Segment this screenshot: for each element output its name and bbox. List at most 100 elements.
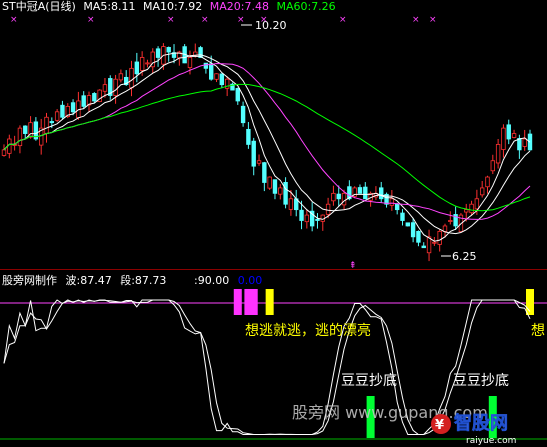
legend-ma10: MA10:7.92 (143, 0, 202, 13)
candle-body (209, 63, 214, 80)
candle-body (469, 203, 474, 214)
candle-body (405, 222, 410, 227)
candle-body (23, 125, 28, 134)
candle-body (203, 62, 209, 69)
candle-body (479, 187, 485, 196)
candle-body (17, 127, 23, 147)
candle-body (432, 241, 437, 244)
svg-text:¥: ¥ (435, 418, 444, 433)
price-legend: ST中冠A(日线) MA5:8.11 MA10:7.92 MA20:7.48 M… (2, 0, 336, 13)
logo-sub: raiyue.com (466, 436, 516, 446)
candle-body (506, 124, 511, 140)
candle-body (256, 160, 262, 164)
x-mark: × (201, 15, 209, 25)
candle-body (495, 144, 501, 164)
x-mark: × (167, 15, 175, 25)
stock-chart: ST中冠A(日线) MA5:8.11 MA10:7.92 MA20:7.48 M… (0, 0, 547, 446)
x-mark: × (260, 15, 268, 25)
candle-body (464, 209, 469, 213)
escape-bar (233, 289, 242, 315)
low-label: 6.25 (452, 250, 477, 263)
candle-body (400, 212, 405, 221)
candle-body (81, 95, 86, 107)
candle-body (166, 47, 171, 53)
candle-body (331, 192, 336, 202)
candle-body (283, 181, 288, 205)
legend-ma20: MA20:7.48 (210, 0, 269, 13)
candle-body (145, 62, 150, 65)
candle-body (251, 140, 256, 167)
legend-title: ST中冠A(日线) (2, 0, 76, 13)
escape-annotation-right: 想 (531, 323, 545, 339)
low-marker: 6.25 (441, 250, 477, 263)
signal-x-marks: × × × × × × × × × (10, 15, 437, 25)
x-mark: × (339, 15, 347, 25)
candle-body (246, 128, 251, 145)
x-mark: × (412, 15, 420, 25)
legend-ma60: MA60:7.26 (276, 0, 335, 13)
candle-body (49, 121, 55, 124)
candle-body (113, 78, 118, 96)
candle-body (240, 105, 246, 124)
candle-body (442, 225, 448, 232)
candle-body (214, 73, 219, 80)
candle-body (70, 102, 76, 113)
candle-body (474, 198, 480, 210)
candle-body (187, 57, 193, 69)
candlesticks (1, 43, 533, 262)
indicator-segment: 段:87.73 (120, 273, 166, 287)
candle-body (485, 176, 490, 188)
indicator-legend: 股旁网制作 波:87.47 段:87.73 (2, 273, 166, 287)
candle-body (336, 193, 341, 200)
reference-legend: :90.00 0.00 (194, 274, 262, 287)
ref-90: :90.00 (194, 274, 229, 287)
escape-bar (249, 289, 258, 315)
candle-body (448, 220, 453, 222)
candle-body (118, 73, 124, 81)
candle-body (517, 138, 522, 151)
indicator-title: 股旁网制作 (2, 273, 57, 287)
candle-body (304, 214, 310, 223)
candle-body (363, 186, 368, 200)
candle-body (1, 149, 7, 156)
candle-body (490, 160, 496, 172)
candle-body (129, 67, 134, 89)
candle-body (139, 57, 145, 71)
candle-body (357, 187, 363, 194)
legend-ma5: MA5:8.11 (83, 0, 135, 13)
logo-text: 智股网 (454, 412, 508, 434)
candle-body (416, 230, 421, 243)
candle-body (394, 204, 400, 211)
candle-body (54, 111, 60, 121)
arrow-marker-icon: ⇞ (349, 261, 357, 271)
candle-body (389, 198, 395, 206)
candle-body (267, 176, 272, 189)
candle-body (379, 187, 384, 200)
candle-body (522, 138, 527, 147)
candle-body (155, 48, 161, 58)
candle-body (102, 84, 108, 92)
x-mark: × (237, 15, 245, 25)
x-mark: × (87, 15, 95, 25)
bottom-annotation-2: 豆豆抄底 (453, 373, 509, 389)
candle-body (262, 162, 267, 183)
x-mark: × (429, 15, 437, 25)
indicator-wave: 波:87.47 (66, 274, 112, 287)
candle-body (44, 116, 49, 134)
candle-body (272, 179, 278, 194)
candle-body (92, 93, 97, 102)
candle-body (299, 209, 304, 221)
ma-line-ma10 (3, 54, 531, 235)
candle-body (511, 133, 517, 138)
ma-line-ma20 (3, 62, 531, 220)
candle-body (325, 203, 331, 215)
escape-bar (265, 289, 274, 315)
candle-body (235, 88, 240, 102)
candle-body (501, 127, 506, 150)
candle-body (410, 222, 416, 238)
escape-annotation: 想逃就逃，逃的漂亮 (245, 322, 371, 339)
candle-body (60, 104, 65, 118)
candle-body (134, 61, 140, 75)
candle-body (288, 198, 294, 210)
candle-body (278, 187, 283, 195)
